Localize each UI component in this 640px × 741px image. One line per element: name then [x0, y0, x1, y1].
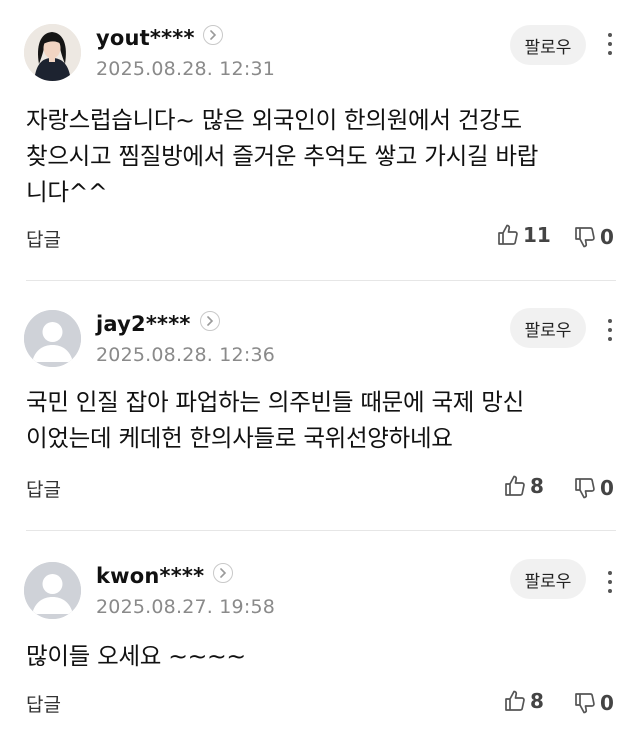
comment-body: 국민 인질 잡아 파업하는 의주빈들 때문에 국제 망신 이었는데 케데헌 한의…	[26, 384, 524, 456]
dislike-count: 0	[600, 691, 614, 715]
dislike-count: 0	[600, 476, 614, 500]
follow-button[interactable]: 팔로우	[510, 559, 586, 599]
comment-line: 찾으시고 찜질방에서 즐거운 추억도 쌓고 가시길 바랍	[26, 142, 539, 170]
timestamp: 2025.08.27. 19:58	[96, 596, 276, 618]
more-vertical-icon[interactable]	[598, 316, 622, 346]
like-button[interactable]: 11	[496, 223, 551, 247]
divider	[26, 280, 616, 281]
chevron-right-icon[interactable]	[200, 311, 220, 331]
comment-item: yout**** 2025.08.28. 12:31 팔로우 자랑스럽습니다~ …	[0, 24, 640, 274]
thumbs-down-icon	[575, 227, 595, 248]
chevron-right-icon[interactable]	[213, 563, 233, 583]
chevron-right-icon[interactable]	[203, 25, 223, 45]
thumbs-up-icon	[505, 690, 525, 711]
thumbs-up-icon	[498, 224, 518, 245]
dislike-button[interactable]: 0	[573, 476, 614, 500]
reply-button[interactable]: 답글	[26, 690, 61, 717]
comment-body: 자랑스럽습니다~ 많은 외국인이 한의원에서 건강도 찾으시고 찜질방에서 즐거…	[26, 102, 538, 210]
dislike-button[interactable]: 0	[573, 691, 614, 715]
timestamp: 2025.08.28. 12:36	[96, 344, 276, 366]
more-vertical-icon[interactable]	[598, 568, 622, 598]
like-count: 8	[530, 474, 544, 498]
timestamp: 2025.08.28. 12:31	[96, 58, 276, 80]
thumbs-down-icon	[575, 693, 595, 714]
like-count: 11	[523, 223, 551, 247]
comment-line: 국민 인질 잡아 파업하는 의주빈들 때문에 국제 망신	[26, 388, 524, 416]
comment-body: 많이들 오세요 ~~~~	[26, 638, 246, 674]
dislike-count: 0	[600, 225, 614, 249]
like-count: 8	[530, 689, 544, 713]
more-vertical-icon[interactable]	[598, 30, 622, 60]
comment-line: 자랑스럽습니다~ 많은 외국인이 한의원에서 건강도	[26, 106, 522, 134]
avatar[interactable]	[24, 24, 81, 81]
username[interactable]: yout****	[96, 26, 195, 50]
comment-item: kwon**** 2025.08.27. 19:58 팔로우 많이들 오세요 ~…	[0, 559, 640, 737]
avatar[interactable]	[24, 562, 81, 619]
reply-button[interactable]: 답글	[26, 475, 61, 502]
comment-line: 이었는데 케데헌 한의사들로 국위선양하네요	[26, 424, 453, 452]
avatar[interactable]	[24, 310, 81, 367]
username[interactable]: kwon****	[96, 564, 204, 588]
comment-line: 많이들 오세요 ~~~~	[26, 642, 246, 670]
reply-button[interactable]: 답글	[26, 225, 61, 252]
dislike-button[interactable]: 0	[573, 225, 614, 249]
follow-button[interactable]: 팔로우	[510, 308, 586, 348]
thumbs-down-icon	[575, 478, 595, 499]
like-button[interactable]: 8	[503, 689, 544, 713]
username[interactable]: jay2****	[96, 312, 191, 336]
divider	[26, 530, 616, 531]
like-button[interactable]: 8	[503, 474, 544, 498]
comment-item: jay2**** 2025.08.28. 12:36 팔로우 국민 인질 잡아 …	[0, 308, 640, 510]
thumbs-up-icon	[505, 475, 525, 496]
comment-line: 니다^^	[26, 178, 108, 206]
follow-button[interactable]: 팔로우	[510, 25, 586, 65]
